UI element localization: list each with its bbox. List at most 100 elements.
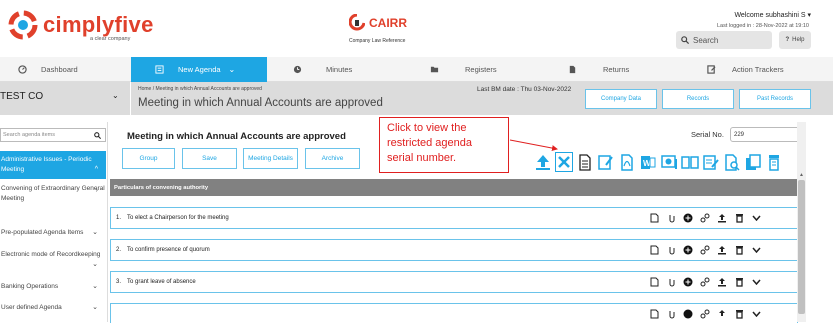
file-icon[interactable] bbox=[649, 277, 659, 287]
word-icon[interactable]: W bbox=[639, 152, 657, 172]
nav-minutes-label: Minutes bbox=[326, 65, 353, 74]
scroll-thumb[interactable] bbox=[798, 180, 805, 314]
records-button[interactable]: Records bbox=[662, 89, 734, 109]
agenda-text: To grant leave of absence bbox=[127, 279, 196, 285]
help-button[interactable]: ? Help bbox=[779, 31, 811, 49]
chevron-down-icon: ⌄ bbox=[92, 304, 98, 311]
file-icon[interactable] bbox=[649, 245, 659, 255]
nav-new-agenda[interactable]: New Agenda ⌄ bbox=[131, 57, 267, 82]
past-records-button[interactable]: Past Records bbox=[739, 89, 811, 109]
trash-icon[interactable] bbox=[734, 309, 744, 319]
link-icon[interactable] bbox=[700, 213, 710, 223]
attachment-icon[interactable] bbox=[666, 277, 676, 287]
upload-arrow-icon[interactable] bbox=[534, 152, 552, 172]
attachment-icon[interactable] bbox=[666, 245, 676, 255]
main-scrollbar[interactable]: ▲ bbox=[797, 122, 806, 322]
save-button[interactable]: Save bbox=[182, 148, 237, 169]
trash-icon[interactable] bbox=[734, 277, 744, 287]
folder-icon bbox=[430, 66, 439, 73]
agenda-search-input[interactable]: Search agenda items bbox=[0, 128, 106, 142]
agenda-row[interactable]: 2. To confirm presence of quorum bbox=[110, 239, 798, 261]
logo-text: cimplyfive bbox=[43, 12, 154, 37]
upload-icon[interactable] bbox=[717, 309, 727, 319]
agenda-row[interactable]: 3. To grant leave of absence bbox=[110, 271, 798, 293]
notes-icon[interactable] bbox=[576, 152, 594, 172]
row-actions bbox=[642, 213, 761, 223]
chevron-down-icon: ⌄ bbox=[228, 65, 236, 74]
nav-dashboard[interactable]: Dashboard bbox=[18, 57, 128, 82]
breadcrumb[interactable]: Home / Meeting in which Annual Accounts … bbox=[138, 86, 262, 92]
file-icon[interactable] bbox=[649, 213, 659, 223]
nav-minutes[interactable]: Minutes bbox=[293, 57, 403, 82]
tooltip-callout: Click to view the restricted agenda seri… bbox=[379, 117, 509, 173]
presentation-icon[interactable] bbox=[660, 152, 678, 172]
edit-list-icon[interactable] bbox=[702, 152, 720, 172]
link-icon[interactable] bbox=[700, 245, 710, 255]
upload-icon[interactable] bbox=[717, 213, 727, 223]
help-label: Help bbox=[792, 37, 805, 43]
chevron-down-icon[interactable] bbox=[751, 309, 761, 319]
meeting-details-button[interactable]: Meeting Details bbox=[243, 148, 298, 169]
agenda-row[interactable]: 1. To elect a Chairperson for the meetin… bbox=[110, 207, 798, 229]
add-circle-icon[interactable] bbox=[683, 213, 693, 223]
pdf-icon[interactable] bbox=[618, 152, 636, 172]
cairr-text: CAIRR bbox=[369, 16, 407, 30]
tracker-icon bbox=[707, 65, 716, 74]
trash-icon[interactable] bbox=[734, 245, 744, 255]
link-icon[interactable] bbox=[700, 309, 710, 319]
chevron-down-icon: ⌄ bbox=[112, 91, 119, 100]
cairr-logo[interactable]: CAIRR bbox=[349, 14, 407, 32]
add-circle-icon[interactable] bbox=[683, 277, 693, 287]
company-data-button[interactable]: Company Data bbox=[585, 89, 657, 109]
trash-icon[interactable] bbox=[734, 213, 744, 223]
welcome-text[interactable]: Welcome subhashini S ▾ bbox=[734, 11, 811, 19]
chevron-down-icon[interactable] bbox=[751, 245, 761, 255]
restricted-serial-icon[interactable] bbox=[555, 152, 573, 172]
nav-action-trackers[interactable]: Action Trackers bbox=[707, 57, 827, 82]
copy-icon[interactable] bbox=[744, 152, 762, 172]
upload-icon[interactable] bbox=[717, 245, 727, 255]
serial-label: Serial No. bbox=[691, 130, 724, 139]
divider bbox=[130, 82, 131, 115]
nav-returns-label: Returns bbox=[603, 65, 630, 74]
page-title: Meeting in which Annual Accounts are app… bbox=[138, 97, 383, 109]
sidebar-item-electronic-mode[interactable]: Electronic mode of Recordkeeping ⌄ bbox=[0, 250, 106, 272]
attachment-icon[interactable] bbox=[666, 309, 676, 319]
sidebar-item-administrative-issues[interactable]: Administrative Issues - Periodic Meeting… bbox=[0, 151, 106, 179]
sidebar-item-label: Electronic mode of Recordkeeping bbox=[1, 251, 101, 258]
chevron-right-icon: › bbox=[95, 187, 98, 194]
database-icon[interactable] bbox=[765, 152, 783, 172]
chevron-down-icon[interactable] bbox=[751, 277, 761, 287]
sidebar-item-banking-operations[interactable]: Banking Operations ⌄ bbox=[0, 282, 106, 294]
last-logged-in: Last logged in : 28-Nov-2022 at 19:10 bbox=[716, 23, 809, 29]
edit-document-icon[interactable] bbox=[597, 152, 615, 172]
nav-returns[interactable]: Returns bbox=[568, 57, 678, 82]
attachment-icon[interactable] bbox=[666, 213, 676, 223]
company-selector[interactable]: TEST CO ⌄ bbox=[0, 91, 119, 102]
file-icon[interactable] bbox=[649, 309, 659, 319]
welcome-label: Welcome subhashini S bbox=[734, 12, 806, 19]
archive-button[interactable]: Archive bbox=[305, 148, 360, 169]
agenda-row[interactable] bbox=[110, 303, 798, 323]
global-search-input[interactable]: Search bbox=[676, 31, 772, 49]
sidebar-item-convening-egm[interactable]: Convening of Extraordinary General Meeti… bbox=[0, 184, 106, 208]
add-circle-icon[interactable] bbox=[683, 245, 693, 255]
nav-new-agenda-label: New Agenda bbox=[178, 65, 221, 74]
document-search-icon[interactable] bbox=[723, 152, 741, 172]
scroll-up-icon[interactable]: ▲ bbox=[797, 172, 806, 180]
serial-number-input[interactable]: 229 bbox=[730, 127, 801, 142]
upload-icon[interactable] bbox=[717, 277, 727, 287]
sidebar-item-pre-populated[interactable]: Pre-populated Agenda Items ⌄ bbox=[0, 228, 106, 240]
sidebar-item-user-defined[interactable]: User defined Agenda ⌄ bbox=[0, 303, 106, 315]
link-icon[interactable] bbox=[700, 277, 710, 287]
nav-registers[interactable]: Registers bbox=[430, 57, 540, 82]
cimplyfive-logo[interactable]: cimplyfive bbox=[7, 9, 154, 41]
group-button[interactable]: Group bbox=[122, 148, 175, 169]
add-circle-icon[interactable] bbox=[683, 309, 693, 319]
agenda-toolbar: W bbox=[534, 152, 786, 172]
main-nav: Dashboard New Agenda ⌄ Minutes Registers… bbox=[0, 57, 833, 82]
chevron-down-icon[interactable] bbox=[751, 213, 761, 223]
dashboard-icon bbox=[18, 65, 27, 74]
book-icon[interactable] bbox=[681, 152, 699, 172]
agenda-number: 3. bbox=[116, 279, 122, 285]
